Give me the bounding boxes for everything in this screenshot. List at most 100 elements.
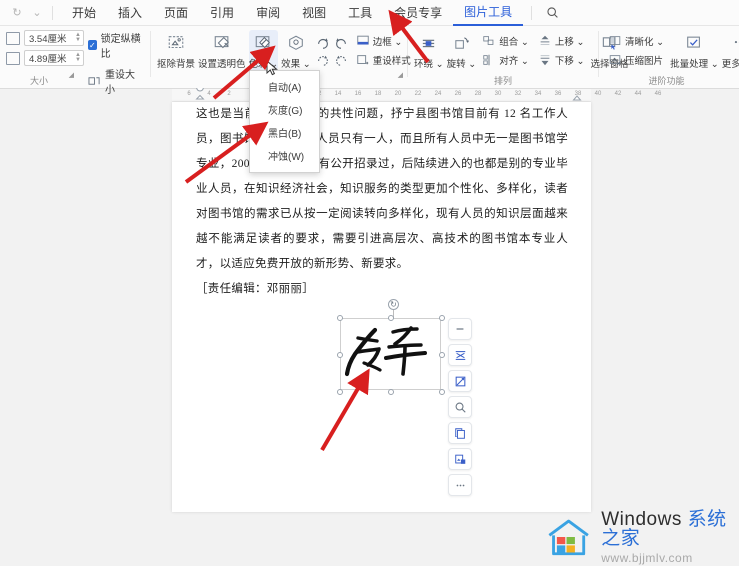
effects-label: 效果 ⌄ — [281, 59, 311, 70]
set-transparent-color-button[interactable]: 设置透明色 — [198, 30, 246, 70]
adjust-dialog-launcher[interactable]: ◢ — [398, 71, 403, 79]
watermark-text: Windows 系统之家 www.bjjmlv.com — [601, 510, 739, 564]
ruler-tick: 42 — [614, 91, 622, 97]
windows-house-logo-icon — [548, 519, 589, 556]
ruler-tick: 30 — [494, 91, 502, 97]
resize-handle-ne[interactable] — [439, 315, 445, 321]
flip-vertical-icon[interactable] — [314, 52, 332, 70]
sharpen-button[interactable]: 清晰化 ⌄ — [605, 33, 667, 49]
color-menu-item-blackwhite[interactable]: ✓ 黑白(B) — [250, 121, 319, 144]
size-dialog-launcher[interactable]: ◢ — [69, 71, 74, 79]
color-menu-item-auto[interactable]: 自动(A) — [250, 75, 319, 98]
resize-handle-nw[interactable] — [337, 315, 343, 321]
menu-item-references[interactable]: 引用 — [199, 0, 245, 25]
color-menu-item-grayscale[interactable]: 灰度(G) — [250, 98, 319, 121]
wrap-text-button[interactable]: 环绕 ⌄ — [414, 30, 444, 70]
zoom-icon[interactable] — [448, 396, 472, 418]
lock-aspect-ratio-label: 锁定纵横比 — [100, 34, 141, 60]
more-tools-button[interactable]: 更多工... — [722, 30, 739, 70]
reset-style-button[interactable]: 重设样式 — [353, 52, 414, 68]
width-input[interactable]: 4.89厘米 ▲ ▼ — [24, 50, 84, 66]
wrap-text-icon[interactable] — [448, 344, 472, 366]
remove-background-button[interactable]: 抠除背景 — [157, 30, 195, 70]
crop-icon[interactable] — [448, 370, 472, 392]
border-icon — [356, 34, 370, 48]
color-menu-item-washout-label: 冲蚀(W) — [268, 152, 305, 163]
save-as-picture-icon[interactable] — [448, 448, 472, 470]
ribbon-group-size: 3.54厘米 ▲ ▼ 4.89厘米 ▲ ▼ 大小 ◢ — [0, 26, 84, 89]
send-backward-button[interactable]: 下移 ⌄ — [535, 52, 588, 68]
ruler-tick: 22 — [414, 91, 422, 97]
remove-background-label: 抠除背景 — [157, 59, 196, 70]
flip-horizontal-icon[interactable] — [332, 52, 350, 70]
color-menu[interactable]: 自动(A) 灰度(G) ✓ 黑白(B) 冲蚀(W) — [249, 70, 320, 173]
compress-image-button[interactable]: 压缩图片 — [605, 52, 667, 68]
effects-button[interactable]: 效果 ⌄ — [281, 30, 311, 70]
ruler-tick: 32 — [514, 91, 522, 97]
rotate-handle[interactable]: ↻ — [388, 299, 399, 310]
batch-process-label: 批量处理 ⌄ — [670, 59, 719, 70]
bring-forward-button[interactable]: 上移 ⌄ — [535, 33, 588, 49]
minimize-icon[interactable] — [448, 318, 472, 340]
ruler-tick: 20 — [394, 91, 402, 97]
ribbon-group-advanced: 清晰化 ⌄ 压缩图片 批量处理 ⌄ 更多工... — [599, 26, 739, 89]
signature-image[interactable] — [345, 322, 437, 384]
ruler-tick: 16 — [354, 91, 362, 97]
horizontal-ruler[interactable]: 6 4 2 12 14 16 18 20 22 24 26 28 30 32 3… — [172, 89, 661, 102]
sharpen-icon — [608, 34, 622, 48]
menu-item-home[interactable]: 开始 — [61, 0, 107, 25]
reset-size-button[interactable]: 重设大小 — [88, 66, 144, 96]
search-icon[interactable] — [540, 6, 565, 19]
resize-handle-sw[interactable] — [337, 389, 343, 395]
menu-item-member[interactable]: 会员专享 — [383, 0, 453, 25]
menu-item-picture-tools[interactable]: 图片工具 — [453, 0, 524, 26]
ruler-tick: 6 — [187, 91, 191, 97]
batch-process-icon — [685, 32, 703, 54]
color-button[interactable]: 色彩 ⌄ — [248, 30, 279, 70]
group-button[interactable]: 组合 ⌄ — [479, 33, 532, 49]
resize-handle-n[interactable] — [388, 315, 394, 321]
batch-process-button[interactable]: 批量处理 ⌄ — [670, 30, 719, 70]
document-page[interactable]: 这也是当前基层图书馆的共性问题，抒宁县图书馆目前有 12 名工作人员，图书馆学专… — [172, 102, 591, 512]
document-editor-line: ［责任编辑：邓丽丽］ — [196, 283, 314, 295]
ruler-tick: 14 — [334, 91, 342, 97]
menu-item-review[interactable]: 审阅 — [245, 0, 291, 25]
watermark-url: www.bjjmlv.com — [601, 551, 693, 565]
resize-handle-s[interactable] — [388, 389, 394, 395]
bring-forward-icon — [538, 34, 552, 48]
height-input[interactable]: 3.54厘米 ▲ ▼ — [24, 30, 84, 46]
lock-aspect-ratio-checkbox[interactable]: ✓ 锁定纵横比 — [88, 30, 144, 60]
ribbon-group-size-options: ✓ 锁定纵横比 重设大小 — [78, 26, 150, 96]
rotate-button[interactable]: 旋转 ⌄ — [447, 30, 476, 70]
arrange-group-label: 排列 — [493, 76, 512, 86]
menu-item-view[interactable]: 视图 — [291, 0, 337, 25]
resize-handle-w[interactable] — [337, 352, 343, 358]
more-tools-label: 更多工... — [721, 59, 739, 70]
color-menu-item-washout[interactable]: 冲蚀(W) — [250, 144, 319, 167]
quick-access-divider — [52, 5, 53, 20]
reset-size-icon — [88, 75, 101, 87]
border-button[interactable]: 边框 ⌄ — [353, 33, 414, 49]
rotate-left-icon[interactable] — [332, 34, 350, 52]
height-icon — [6, 31, 20, 45]
align-label: 对齐 ⌄ — [499, 56, 529, 67]
ruler-tick: 38 — [574, 91, 582, 97]
menu-item-tools[interactable]: 工具 — [337, 0, 383, 25]
more-options-icon[interactable] — [448, 474, 472, 496]
copy-icon[interactable] — [448, 422, 472, 444]
checkbox-icon: ✓ — [88, 40, 97, 50]
chevron-down-icon[interactable]: ⌄ — [30, 6, 44, 20]
resize-handle-se[interactable] — [439, 389, 445, 395]
menu-item-page[interactable]: 页面 — [153, 0, 199, 25]
rotate-right-icon[interactable] — [314, 34, 332, 52]
resize-handle-e[interactable] — [439, 352, 445, 358]
ruler-tick: 28 — [474, 91, 482, 97]
color-menu-item-grayscale-label: 灰度(G) — [268, 106, 303, 117]
refresh-icon[interactable]: ↻ — [10, 6, 24, 20]
order-buttons: 上移 ⌄ 下移 ⌄ — [535, 30, 588, 68]
align-button[interactable]: 对齐 ⌄ — [479, 52, 532, 68]
ribbon-toolbar: 3.54厘米 ▲ ▼ 4.89厘米 ▲ ▼ 大小 ◢ ✓ 锁定纵横比 重设大小 … — [0, 26, 739, 96]
color-label: 色彩 ⌄ — [248, 59, 279, 70]
sharpen-label: 清晰化 ⌄ — [625, 37, 665, 48]
menu-item-insert[interactable]: 插入 — [107, 0, 153, 25]
